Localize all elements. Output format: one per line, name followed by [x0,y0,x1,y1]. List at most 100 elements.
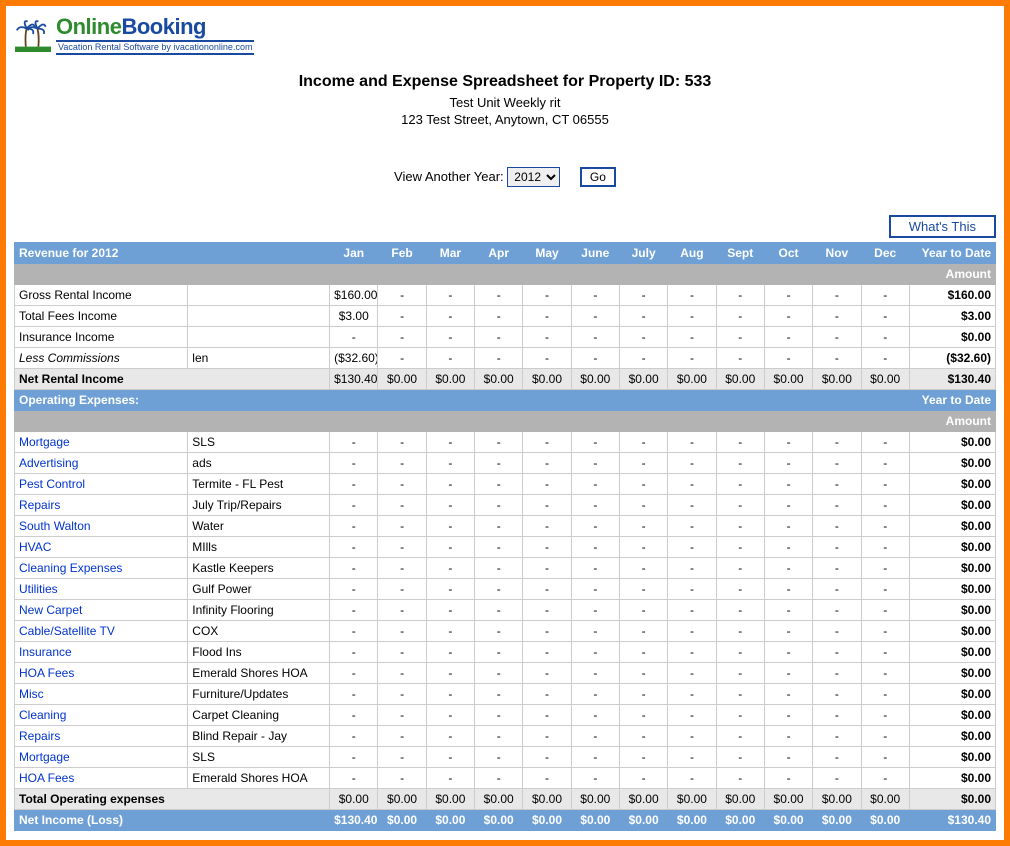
cell-value: - [668,579,716,600]
cell-value: - [813,705,861,726]
row-label[interactable]: Mortgage [15,747,188,768]
summary-value: $0.00 [523,789,571,810]
cell-value: - [330,432,378,453]
cell-value: - [426,579,474,600]
property-unit: Test Unit Weekly rit [14,95,996,110]
expense-category-link[interactable]: Utilities [19,582,58,596]
ytd-value: $0.00 [909,579,995,600]
row-desc: Blind Repair - Jay [188,726,330,747]
row-label[interactable]: Utilities [15,579,188,600]
row-label[interactable]: Cleaning Expenses [15,558,188,579]
expense-category-link[interactable]: Insurance [19,645,72,659]
table-row: Gross Rental Income$160.00-----------$16… [15,285,996,306]
cell-value: $160.00 [330,285,378,306]
row-label[interactable]: South Walton [15,516,188,537]
expense-category-link[interactable]: Cleaning [19,708,66,722]
row-label[interactable]: Repairs [15,726,188,747]
cell-value: - [813,747,861,768]
row-desc: Infinity Flooring [188,600,330,621]
expense-category-link[interactable]: HVAC [19,540,51,554]
cell-value: - [716,432,764,453]
summary-value: $0.00 [668,810,716,831]
cell-value: - [330,453,378,474]
row-label[interactable]: HOA Fees [15,768,188,789]
row-label[interactable]: Mortgage [15,432,188,453]
cell-value: - [619,285,667,306]
row-desc: MIlls [188,537,330,558]
cell-value: - [813,621,861,642]
cell-value: - [571,453,619,474]
summary-value: $0.00 [764,810,812,831]
summary-value: $0.00 [523,810,571,831]
cell-value: - [523,495,571,516]
row-label[interactable]: Pest Control [15,474,188,495]
expense-category-link[interactable]: Mortgage [19,435,70,449]
cell-value: - [523,684,571,705]
table-row: Insurance Income------------$0.00 [15,327,996,348]
cell-value: - [861,285,909,306]
cell-value: - [426,621,474,642]
row-label[interactable]: Insurance [15,642,188,663]
cell-value: - [571,726,619,747]
expense-category-link[interactable]: Advertising [19,456,78,470]
expense-category-link[interactable]: Misc [19,687,44,701]
expense-category-link[interactable]: New Carpet [19,603,82,617]
cell-value: - [861,432,909,453]
summary-label: Total Operating expenses [15,789,330,810]
expense-category-link[interactable]: Repairs [19,729,60,743]
cell-value: - [716,348,764,369]
cell-value: - [764,684,812,705]
summary-value: $130.40 [330,810,378,831]
row-label[interactable]: Cable/Satellite TV [15,621,188,642]
cell-value: - [523,642,571,663]
cell-value: - [475,600,523,621]
cell-value: - [426,768,474,789]
cell-value: - [378,537,426,558]
row-label[interactable]: Cleaning [15,705,188,726]
cell-value: - [378,558,426,579]
year-select-dropdown[interactable]: 2012 [507,167,560,187]
row-desc: SLS [188,747,330,768]
cell-value: - [764,285,812,306]
expense-category-link[interactable]: South Walton [19,519,91,533]
cell-value: - [378,621,426,642]
cell-value: - [619,621,667,642]
expense-category-link[interactable]: Cleaning Expenses [19,561,122,575]
row-label[interactable]: HVAC [15,537,188,558]
go-button[interactable]: Go [580,167,616,187]
cell-value: - [426,495,474,516]
ytd-header: Year to Date [909,390,995,411]
cell-value: - [619,747,667,768]
row-label[interactable]: Misc [15,684,188,705]
row-desc: COX [188,621,330,642]
row-label[interactable]: HOA Fees [15,663,188,684]
cell-value: - [571,495,619,516]
cell-value: - [861,726,909,747]
expense-category-link[interactable]: HOA Fees [19,771,74,785]
expense-category-link[interactable]: Cable/Satellite TV [19,624,115,638]
cell-value: - [330,642,378,663]
cell-value: - [861,348,909,369]
expense-category-link[interactable]: Pest Control [19,477,85,491]
row-label[interactable]: Advertising [15,453,188,474]
amount-sub-row: Amount [15,264,996,285]
cell-value: - [764,453,812,474]
month-header: Nov [813,243,861,264]
row-label[interactable]: New Carpet [15,600,188,621]
expense-category-link[interactable]: Mortgage [19,750,70,764]
cell-value: - [475,663,523,684]
summary-value: $0.00 [813,810,861,831]
table-row: RepairsJuly Trip/Repairs------------$0.0… [15,495,996,516]
cell-value: - [813,684,861,705]
expense-category-link[interactable]: Repairs [19,498,60,512]
cell-value: - [668,642,716,663]
whats-this-button[interactable]: What's This [889,215,996,238]
row-label[interactable]: Repairs [15,495,188,516]
cell-value: - [619,684,667,705]
cell-value: - [426,285,474,306]
row-desc [188,285,330,306]
expense-category-link[interactable]: HOA Fees [19,666,74,680]
cell-value: - [523,327,571,348]
amount-label: Amount [909,264,995,285]
summary-value: $0.00 [716,789,764,810]
